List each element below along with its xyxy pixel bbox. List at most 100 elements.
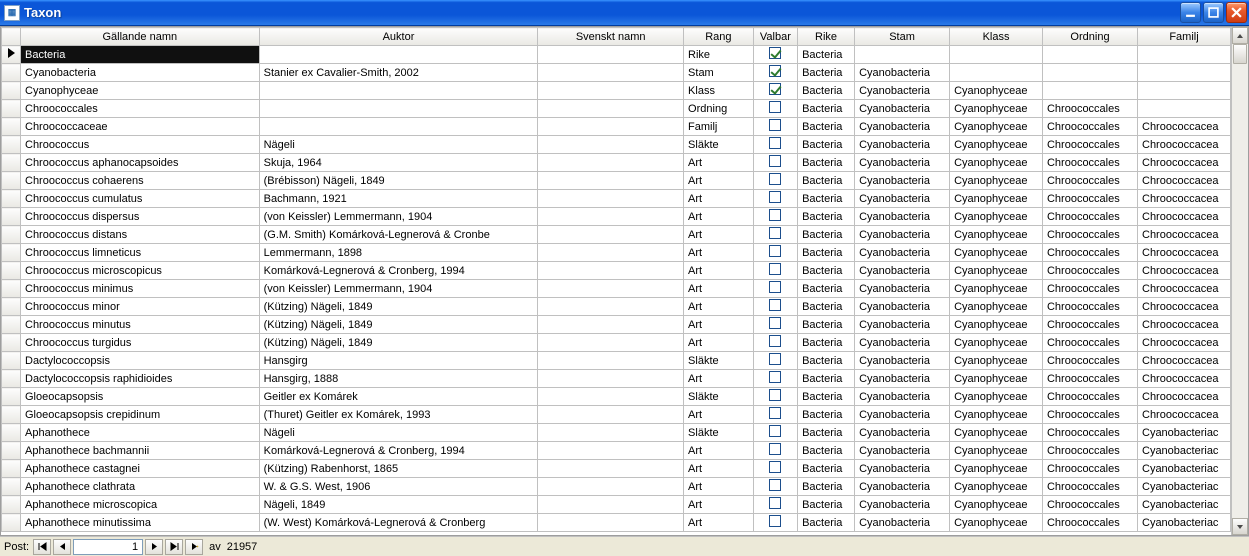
cell-valbar[interactable] [753, 118, 797, 136]
cell-name[interactable]: Chroococcus [21, 136, 260, 154]
table-row[interactable]: DactylococcopsisHansgirgSläkteBacteriaCy… [2, 352, 1231, 370]
cell-rike[interactable]: Bacteria [798, 334, 855, 352]
cell-ordning[interactable]: Chroococcales [1042, 478, 1137, 496]
checkbox-icon[interactable] [769, 101, 781, 113]
cell-name[interactable]: Dactylococcopsis raphidioides [21, 370, 260, 388]
cell-familj[interactable] [1138, 46, 1231, 64]
row-selector[interactable] [2, 298, 21, 316]
row-selector[interactable] [2, 280, 21, 298]
col-header-valbar[interactable]: Valbar [753, 28, 797, 46]
cell-auktor[interactable]: Komárková-Legnerová & Cronberg, 1994 [259, 262, 538, 280]
cell-name[interactable]: Cyanophyceae [21, 82, 260, 100]
cell-familj[interactable]: Chroococcacea [1138, 316, 1231, 334]
cell-klass[interactable]: Cyanophyceae [950, 424, 1043, 442]
cell-familj[interactable]: Chroococcacea [1138, 208, 1231, 226]
cell-stam[interactable]: Cyanobacteria [855, 352, 950, 370]
cell-valbar[interactable] [753, 460, 797, 478]
cell-stam[interactable]: Cyanobacteria [855, 82, 950, 100]
row-selector[interactable] [2, 226, 21, 244]
cell-name[interactable]: Chroococcales [21, 100, 260, 118]
nav-last-button[interactable] [165, 539, 183, 555]
row-selector[interactable] [2, 46, 21, 64]
row-selector[interactable] [2, 478, 21, 496]
cell-auktor[interactable]: (W. West) Komárková-Legnerová & Cronberg [259, 514, 538, 532]
table-row[interactable]: Chroococcus minimus(von Keissler) Lemmer… [2, 280, 1231, 298]
table-row[interactable]: ChroococcalesOrdningBacteriaCyanobacteri… [2, 100, 1231, 118]
checkbox-icon[interactable] [769, 497, 781, 509]
cell-klass[interactable]: Cyanophyceae [950, 352, 1043, 370]
cell-klass[interactable]: Cyanophyceae [950, 190, 1043, 208]
cell-stam[interactable]: Cyanobacteria [855, 154, 950, 172]
cell-ordning[interactable]: Chroococcales [1042, 298, 1137, 316]
cell-ordning[interactable]: Chroococcales [1042, 460, 1137, 478]
cell-rike[interactable]: Bacteria [798, 190, 855, 208]
col-header-familj[interactable]: Familj [1138, 28, 1231, 46]
cell-klass[interactable]: Cyanophyceae [950, 118, 1043, 136]
cell-ordning[interactable] [1042, 46, 1137, 64]
cell-klass[interactable]: Cyanophyceae [950, 226, 1043, 244]
cell-stam[interactable]: Cyanobacteria [855, 100, 950, 118]
cell-svenskt[interactable] [538, 316, 684, 334]
cell-auktor[interactable]: Lemmermann, 1898 [259, 244, 538, 262]
cell-rang[interactable]: Art [684, 334, 754, 352]
checkbox-icon[interactable] [769, 515, 781, 527]
cell-rike[interactable]: Bacteria [798, 514, 855, 532]
cell-ordning[interactable]: Chroococcales [1042, 226, 1137, 244]
cell-stam[interactable]: Cyanobacteria [855, 370, 950, 388]
cell-rang[interactable]: Art [684, 280, 754, 298]
cell-stam[interactable]: Cyanobacteria [855, 226, 950, 244]
col-header-ordning[interactable]: Ordning [1042, 28, 1137, 46]
cell-familj[interactable]: Chroococcacea [1138, 190, 1231, 208]
cell-rike[interactable]: Bacteria [798, 136, 855, 154]
cell-ordning[interactable]: Chroococcales [1042, 406, 1137, 424]
cell-familj[interactable]: Cyanobacteriac [1138, 496, 1231, 514]
cell-rike[interactable]: Bacteria [798, 172, 855, 190]
cell-rang[interactable]: Art [684, 262, 754, 280]
cell-auktor[interactable] [259, 46, 538, 64]
cell-rang[interactable]: Art [684, 442, 754, 460]
cell-auktor[interactable]: Stanier ex Cavalier-Smith, 2002 [259, 64, 538, 82]
cell-ordning[interactable]: Chroococcales [1042, 316, 1137, 334]
cell-ordning[interactable]: Chroococcales [1042, 100, 1137, 118]
cell-valbar[interactable] [753, 316, 797, 334]
row-selector[interactable] [2, 172, 21, 190]
cell-auktor[interactable]: Skuja, 1964 [259, 154, 538, 172]
cell-stam[interactable]: Cyanobacteria [855, 280, 950, 298]
cell-stam[interactable]: Cyanobacteria [855, 244, 950, 262]
checkbox-icon[interactable] [769, 353, 781, 365]
cell-svenskt[interactable] [538, 82, 684, 100]
cell-familj[interactable]: Chroococcacea [1138, 334, 1231, 352]
cell-auktor[interactable]: (Kützing) Nägeli, 1849 [259, 334, 538, 352]
cell-auktor[interactable]: (Kützing) Nägeli, 1849 [259, 316, 538, 334]
cell-auktor[interactable]: Nägeli [259, 424, 538, 442]
cell-rike[interactable]: Bacteria [798, 460, 855, 478]
cell-rang[interactable]: Art [684, 208, 754, 226]
cell-svenskt[interactable] [538, 514, 684, 532]
cell-svenskt[interactable] [538, 460, 684, 478]
cell-rang[interactable]: Ordning [684, 100, 754, 118]
row-selector[interactable] [2, 244, 21, 262]
cell-svenskt[interactable] [538, 46, 684, 64]
nav-first-button[interactable] [33, 539, 51, 555]
col-header-rike[interactable]: Rike [798, 28, 855, 46]
cell-name[interactable]: Chroococcus minutus [21, 316, 260, 334]
cell-svenskt[interactable] [538, 226, 684, 244]
cell-auktor[interactable]: (von Keissler) Lemmermann, 1904 [259, 208, 538, 226]
cell-svenskt[interactable] [538, 100, 684, 118]
cell-auktor[interactable] [259, 82, 538, 100]
row-selector[interactable] [2, 118, 21, 136]
cell-name[interactable]: Dactylococcopsis [21, 352, 260, 370]
row-selector[interactable] [2, 82, 21, 100]
cell-auktor[interactable] [259, 100, 538, 118]
cell-valbar[interactable] [753, 208, 797, 226]
cell-valbar[interactable] [753, 442, 797, 460]
cell-name[interactable]: Chroococcus microscopicus [21, 262, 260, 280]
scroll-thumb[interactable] [1233, 44, 1247, 64]
cell-rang[interactable]: Art [684, 154, 754, 172]
col-header-auktor[interactable]: Auktor [259, 28, 538, 46]
cell-valbar[interactable] [753, 190, 797, 208]
cell-ordning[interactable]: Chroococcales [1042, 388, 1137, 406]
cell-svenskt[interactable] [538, 334, 684, 352]
cell-auktor[interactable]: Komárková-Legnerová & Cronberg, 1994 [259, 442, 538, 460]
cell-rang[interactable]: Art [684, 406, 754, 424]
